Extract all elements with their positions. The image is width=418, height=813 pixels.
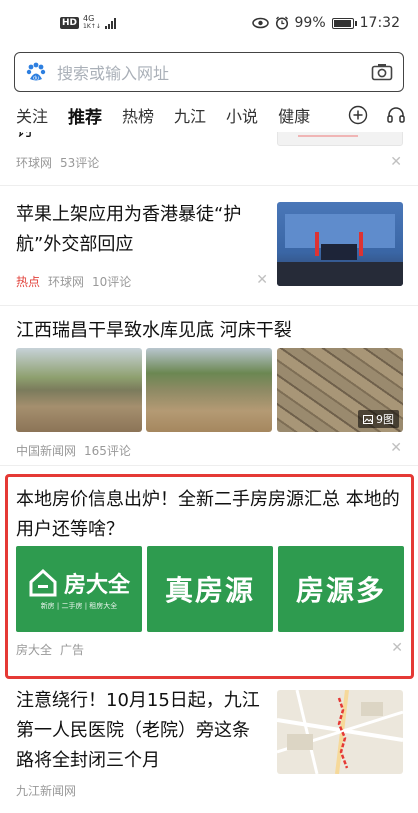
ad-title: 本地房价信息出炉！全新二手房房源汇总 本地的用户还等啥？: [16, 489, 400, 540]
news-thumbnail: [277, 202, 403, 286]
news-comments: 53评论: [60, 156, 100, 170]
camera-icon[interactable]: [371, 63, 393, 81]
news-title: 讨: [16, 132, 34, 146]
network-indicator: 4G 1K↑↓: [83, 15, 101, 31]
image-count-badge: 9图: [358, 410, 399, 428]
headphones-icon[interactable]: [386, 105, 406, 125]
ad-tile-label: 真房源: [164, 574, 255, 607]
news-meta: 环球网 53评论: [16, 154, 99, 171]
search-box[interactable]: du 搜索或输入网址: [14, 52, 404, 92]
news-item[interactable]: 注意绕行！10月15日起，九江第一人民医院（老院）旁这条路将全封闭三个月 九江新…: [0, 684, 418, 813]
news-source: 中国新闻网: [16, 444, 77, 458]
news-meta: 九江新闻网: [16, 782, 76, 799]
ad-meta: 房大全 广告: [16, 641, 84, 658]
image-count: 9图: [376, 413, 394, 426]
baidu-paw-icon: du: [26, 62, 46, 82]
gallery-icon: [363, 414, 373, 424]
dismiss-icon[interactable]: ✕: [391, 640, 403, 656]
news-meta: 中国新闻网 165评论: [16, 442, 131, 459]
battery-fill: [333, 19, 351, 27]
map-image: [277, 690, 403, 774]
news-meta: 热点 环球网 10评论: [16, 273, 131, 290]
news-image-2: [146, 348, 272, 432]
news-thumbnail: [277, 132, 403, 146]
svg-text:du: du: [33, 76, 39, 82]
eye-icon: [251, 17, 269, 29]
add-channel-icon[interactable]: [348, 105, 368, 125]
dismiss-icon[interactable]: ✕: [390, 154, 402, 170]
network-speed: 1K↑↓: [83, 23, 101, 30]
tab-novel[interactable]: 小说: [226, 103, 258, 127]
news-title: 江西瑞昌干旱致水库见底 河床干裂: [16, 320, 292, 341]
news-comments: 165评论: [84, 444, 131, 458]
ad-tile-fangdaquan[interactable]: 房大全 新房 | 二手房 | 租房大全: [16, 546, 142, 632]
news-title: 注意绕行！10月15日起，九江第一人民医院（老院）旁这条路将全封闭三个月: [16, 690, 260, 771]
battery-icon: [331, 17, 357, 29]
tab-jiujiang[interactable]: 九江: [174, 103, 206, 127]
dismiss-icon[interactable]: ✕: [390, 440, 402, 456]
ad-source: 房大全: [16, 643, 53, 657]
news-source: 环球网: [48, 275, 85, 289]
ad-label: 广告: [60, 643, 85, 657]
news-comments: 10评论: [92, 275, 132, 289]
news-source: 环球网: [16, 156, 53, 170]
ad-tile-many-listings[interactable]: 房源多: [278, 546, 404, 632]
tab-actions: [348, 105, 418, 125]
dismiss-icon[interactable]: ✕: [256, 272, 268, 288]
battery-percent: 99%: [294, 15, 326, 31]
network-type: 4G: [83, 14, 95, 23]
news-item[interactable]: 苹果上架应用为香港暴徒“护航”外交部回应 热点 环球网 10评论 ✕: [0, 186, 418, 306]
clock-time: 17:32: [359, 15, 400, 31]
status-bar: HD 4G 1K↑↓ 99% 17:32: [0, 0, 418, 46]
status-right: 99% 17:32: [251, 15, 400, 31]
news-image-3: 9图: [277, 348, 403, 432]
signal-icon: [104, 17, 116, 29]
news-item[interactable]: 江西瑞昌干旱致水库见底 河床干裂 9图 中国新闻网 165评论 ✕: [0, 306, 418, 466]
search-input[interactable]: 搜索或输入网址: [57, 60, 371, 84]
ad-tile-label: 房大全: [63, 573, 130, 598]
tab-recommend[interactable]: 推荐: [68, 103, 102, 128]
news-title: 苹果上架应用为香港暴徒“护航”外交部回应: [16, 204, 242, 255]
ad-card[interactable]: 本地房价信息出炉！全新二手房房源汇总 本地的用户还等啥？ 房大全 新房 | 二手…: [5, 474, 414, 679]
hd-badge: HD: [60, 17, 80, 29]
news-image-1: [16, 348, 142, 432]
house-logo-icon: [29, 568, 57, 597]
news-thumbnail: [277, 690, 403, 774]
news-source: 九江新闻网: [16, 784, 77, 798]
news-feed: 讨 环球网 53评论 ✕ 苹果上架应用为香港暴徒“护航”外交部回应 热点 环球网…: [0, 132, 418, 813]
tab-hot-list[interactable]: 热榜: [122, 103, 154, 127]
news-item-partial[interactable]: 讨 环球网 53评论 ✕: [0, 132, 418, 186]
tab-follow[interactable]: 关注: [16, 103, 48, 127]
hot-tag: 热点: [16, 275, 41, 289]
ad-tile-sublabel: 新房 | 二手房 | 租房大全: [40, 602, 118, 610]
ad-tile-real-listings[interactable]: 真房源: [147, 546, 273, 632]
status-left: HD 4G 1K↑↓: [60, 15, 116, 31]
tab-health[interactable]: 健康: [278, 103, 310, 127]
alarm-icon: [275, 16, 288, 30]
channel-tabs: 关注 推荐 热榜 九江 小说 健康: [0, 98, 418, 132]
ad-tile-label: 房源多: [295, 574, 386, 607]
